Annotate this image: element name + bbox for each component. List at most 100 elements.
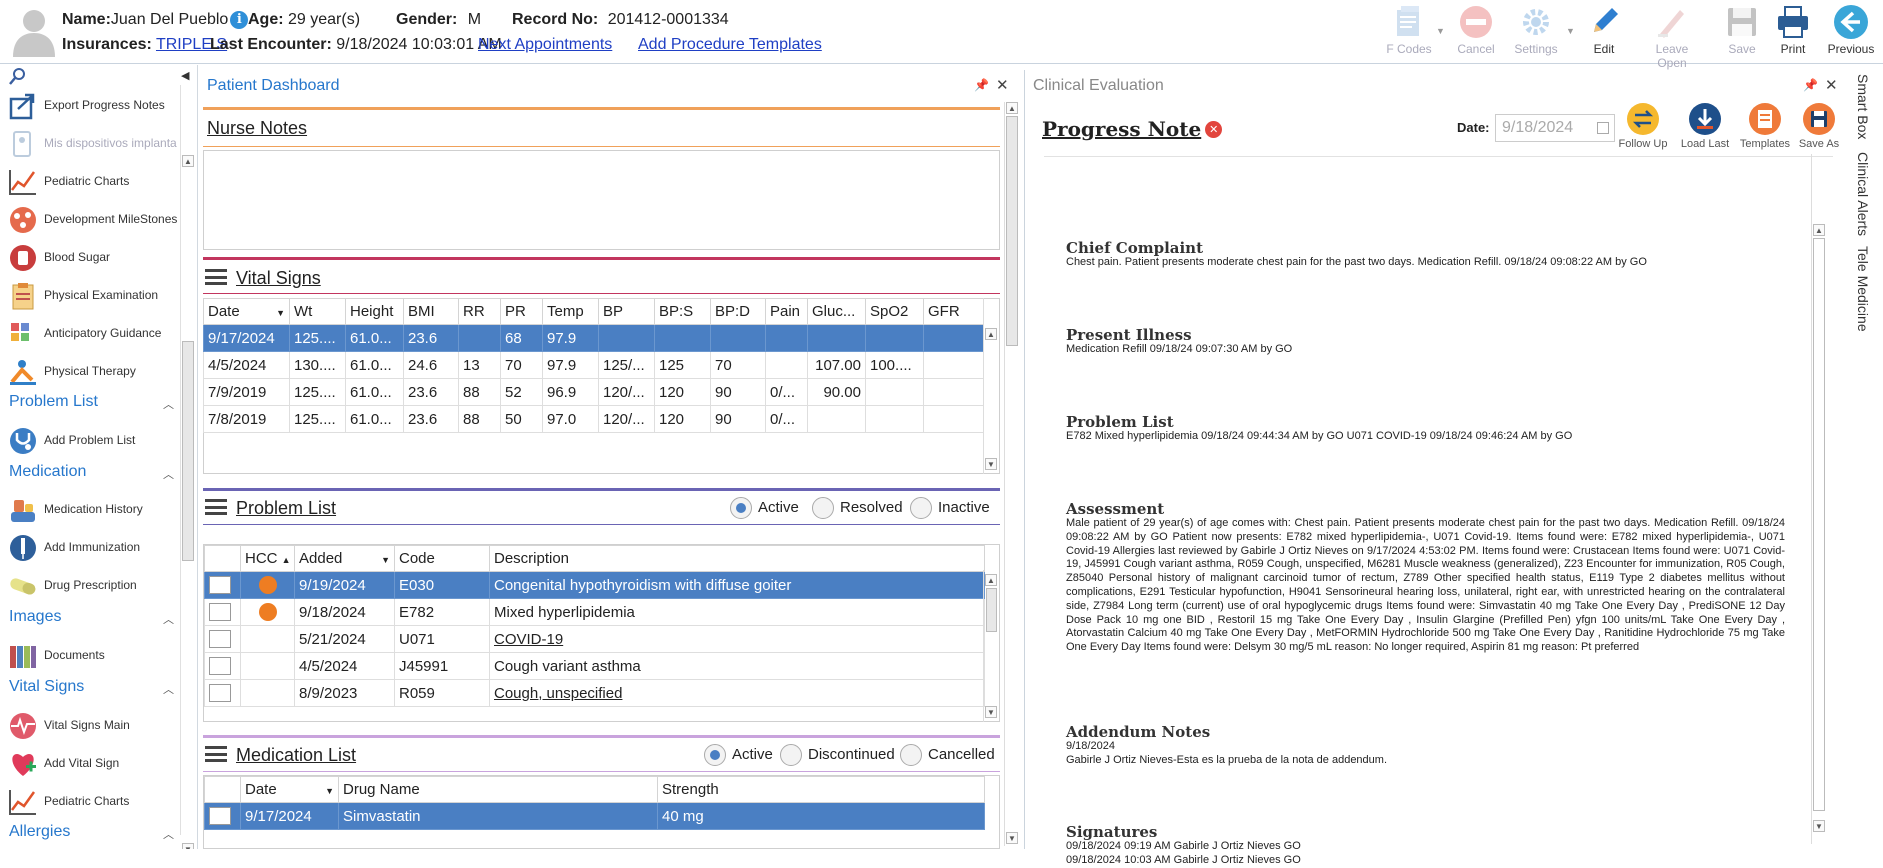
table-row[interactable]: 9/19/2024 E030 Congenital hypothyroidism w…: [204, 571, 985, 599]
scroll-up-icon[interactable]: ▲: [985, 328, 997, 340]
table-row[interactable]: 5/21/2024 U071 COVID-19: [204, 625, 985, 653]
nav-drug-prescription[interactable]: Drug Prescription: [6, 569, 182, 603]
load-last-button[interactable]: Load Last: [1675, 102, 1735, 150]
table-row[interactable]: 7/8/2019 125.... 61.0... 23.6 88 50 97.0 120/..…: [203, 405, 984, 433]
vital-col-header[interactable]: Height: [345, 298, 404, 325]
note-scrollbar[interactable]: ▲ ▼: [1811, 154, 1825, 844]
scroll-down-icon[interactable]: ▼: [182, 843, 194, 849]
scroll-thumb[interactable]: [986, 588, 997, 632]
table-row[interactable]: 9/17/2024 125.... 61.0... 23.6 68 97.9: [203, 324, 984, 352]
templates-button[interactable]: Templates: [1735, 102, 1795, 150]
row-checkbox[interactable]: [209, 657, 231, 676]
row-checkbox[interactable]: [209, 684, 231, 703]
nav-section-vital-signs[interactable]: Vital Signs ︿: [9, 678, 174, 702]
fcodes-button[interactable]: F Codes: [1378, 4, 1440, 60]
vital-col-header[interactable]: GFR: [923, 298, 984, 325]
problem-list-scrollbar[interactable]: ▲ ▼: [983, 570, 999, 722]
medication-filter-discontinued[interactable]: Discontinued: [780, 744, 895, 766]
remove-icon[interactable]: ✕: [1205, 121, 1223, 138]
nav-vital-signs-main[interactable]: Vital Signs Main: [6, 709, 182, 743]
vital-col-header[interactable]: Wt: [289, 298, 346, 325]
scroll-thumb[interactable]: [1006, 116, 1018, 346]
col-select[interactable]: [204, 776, 241, 803]
nav-documents[interactable]: Documents: [6, 639, 182, 673]
close-icon[interactable]: ✕: [996, 76, 1009, 94]
col-select[interactable]: [204, 545, 241, 572]
vital-col-header[interactable]: RR: [458, 298, 501, 325]
nav-implanted-devices[interactable]: Mis dispositivos implanta: [6, 127, 182, 161]
problem-desc[interactable]: Cough, unspecified: [489, 679, 985, 707]
scroll-down-icon[interactable]: ▼: [985, 706, 997, 718]
scroll-down-icon[interactable]: ▼: [1006, 832, 1018, 844]
edit-button[interactable]: Edit: [1573, 4, 1635, 60]
info-icon[interactable]: i: [230, 11, 249, 29]
nav-pediatric-charts-2[interactable]: Pediatric Charts: [6, 785, 182, 819]
collapse-icon[interactable]: ︿: [163, 466, 174, 482]
follow-up-button[interactable]: Follow Up: [1613, 102, 1673, 150]
col-code[interactable]: Code: [394, 545, 490, 572]
nav-section-images[interactable]: Images ︿: [9, 608, 174, 632]
nav-section-medication[interactable]: Medication ︿: [9, 463, 174, 487]
nav-add-immunization[interactable]: Add Immunization: [6, 531, 182, 565]
vital-col-header[interactable]: BP: [598, 298, 655, 325]
add-procedure-templates-link[interactable]: Add Procedure Templates: [638, 36, 822, 54]
nav-add-vital-sign[interactable]: Add Vital Sign: [6, 747, 182, 781]
col-date[interactable]: Date ▼: [240, 776, 339, 803]
search-icon[interactable]: [9, 67, 27, 85]
vital-col-header[interactable]: Date ▼: [203, 298, 290, 325]
vital-col-header[interactable]: SpO2: [865, 298, 924, 325]
problem-filter-inactive[interactable]: Inactive: [910, 497, 990, 519]
scroll-thumb[interactable]: [1813, 238, 1825, 811]
pin-icon[interactable]: 📌: [974, 78, 989, 92]
collapse-icon[interactable]: ︿: [163, 826, 174, 842]
scroll-up-icon[interactable]: ▲: [1006, 102, 1018, 114]
nav-export-progress-notes[interactable]: Export Progress Notes: [6, 89, 182, 123]
next-appointments-link[interactable]: Next Appointments: [478, 36, 612, 54]
tab-smart-box[interactable]: Smart Box: [1855, 74, 1871, 139]
leave-open-button[interactable]: Leave Open: [1641, 4, 1703, 70]
col-hcc[interactable]: HCC ▲: [240, 545, 295, 572]
nav-scrollbar[interactable]: ▲ ▼: [180, 85, 194, 849]
problem-filter-resolved[interactable]: Resolved: [812, 497, 903, 519]
nav-section-problem-list[interactable]: Problem List ︿: [9, 393, 174, 417]
row-checkbox[interactable]: [209, 807, 231, 826]
problem-desc[interactable]: COVID-19: [489, 625, 985, 653]
table-row[interactable]: 9/18/2024 E782 Mixed hyperlipidemia: [204, 598, 985, 626]
nav-anticipatory-guidance[interactable]: Anticipatory Guidance: [6, 317, 182, 351]
pin-icon[interactable]: 📌: [1803, 78, 1818, 92]
scroll-up-icon[interactable]: ▲: [182, 155, 194, 167]
table-row[interactable]: 4/5/2024 130.... 61.0... 24.6 13 70 97.9 125/..…: [203, 351, 984, 379]
scroll-up-icon[interactable]: ▲: [985, 574, 997, 586]
menu-icon[interactable]: [205, 269, 227, 285]
calendar-icon[interactable]: [1597, 122, 1609, 134]
scroll-up-icon[interactable]: ▲: [1813, 224, 1825, 236]
nav-blood-sugar[interactable]: Blood Sugar: [6, 241, 182, 275]
print-button[interactable]: Print: [1762, 4, 1824, 60]
vital-col-header[interactable]: BP:S: [654, 298, 711, 325]
problem-filter-active[interactable]: Active: [730, 497, 799, 519]
row-checkbox[interactable]: [209, 630, 231, 649]
nav-section-allergies[interactable]: Allergies ︿: [9, 823, 174, 847]
vital-col-header[interactable]: Pain: [765, 298, 808, 325]
nurse-notes-input[interactable]: [203, 150, 1000, 250]
nav-development-milestones[interactable]: Development MileStones: [6, 203, 182, 237]
col-added[interactable]: Added ▼: [294, 545, 395, 572]
vital-signs-scrollbar[interactable]: ▲ ▼: [983, 298, 999, 474]
nav-physical-therapy[interactable]: Physical Therapy: [6, 355, 182, 389]
menu-icon[interactable]: [205, 499, 227, 515]
row-checkbox[interactable]: [209, 576, 231, 595]
table-row[interactable]: 7/9/2019 125.... 61.0... 23.6 88 52 96.9 120/..…: [203, 378, 984, 406]
collapse-icon[interactable]: ︿: [163, 396, 174, 412]
fcodes-dropdown-icon[interactable]: ▼: [1436, 26, 1445, 36]
nav-medication-history[interactable]: Medication History: [6, 493, 182, 527]
scroll-thumb[interactable]: [182, 341, 194, 561]
vital-col-header[interactable]: Temp: [542, 298, 599, 325]
vital-col-header[interactable]: PR: [500, 298, 543, 325]
close-icon[interactable]: ✕: [1825, 76, 1838, 94]
table-row[interactable]: 4/5/2024 J45991 Cough variant asthma: [204, 652, 985, 680]
scroll-down-icon[interactable]: ▼: [1813, 820, 1825, 832]
settings-button[interactable]: Settings: [1505, 4, 1567, 60]
dashboard-scrollbar[interactable]: ▲ ▼: [1004, 102, 1018, 846]
tab-clinical-alerts[interactable]: Clinical Alerts: [1855, 152, 1871, 236]
col-strength[interactable]: Strength: [657, 776, 985, 803]
